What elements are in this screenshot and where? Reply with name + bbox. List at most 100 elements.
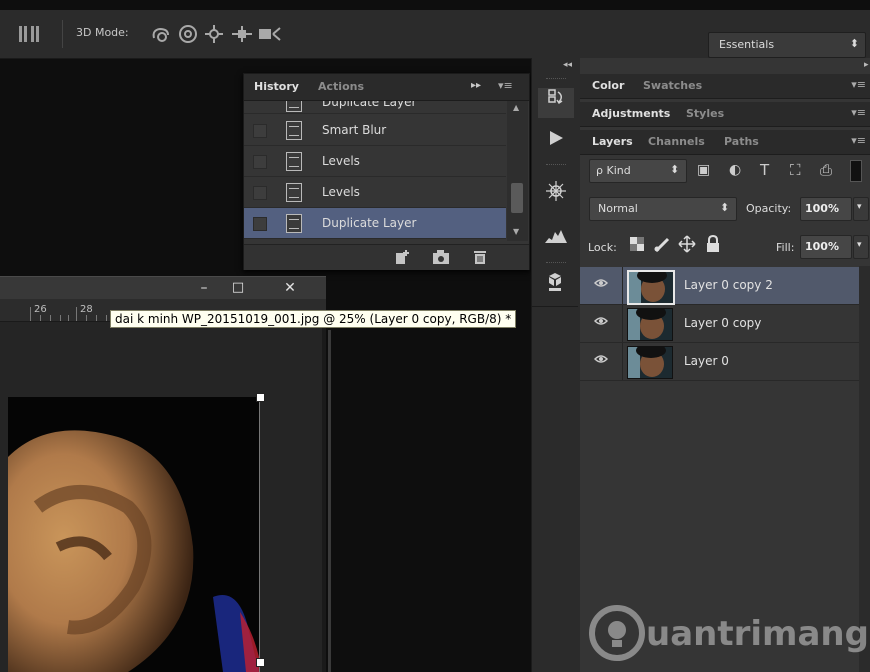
tab-history[interactable]: History	[254, 80, 299, 93]
3d-icon[interactable]	[538, 270, 574, 300]
fill-field[interactable]: 100%	[800, 235, 852, 259]
slide-3d-icon[interactable]	[230, 24, 252, 44]
actions-play-icon[interactable]	[538, 128, 574, 158]
history-scrollbar[interactable]: ▲ ▼	[507, 101, 528, 241]
tab-actions[interactable]: Actions	[318, 80, 364, 93]
adjustment-filter-icon[interactable]: ◐	[729, 162, 741, 178]
history-panel: History Actions ▸▸ ▾≡ Duplicate Layer Sm…	[243, 73, 530, 270]
panel-menu-icon[interactable]: ▾≡	[851, 78, 866, 91]
smart-object-filter-icon[interactable]: ⎙	[820, 161, 832, 179]
scale-3d-icon[interactable]	[258, 24, 281, 44]
layer-thumbnail	[627, 346, 673, 379]
layer-row-selected[interactable]: Layer 0 copy 2	[580, 267, 860, 305]
trash-icon[interactable]	[472, 249, 488, 269]
panel-menu-icon[interactable]: ▾≡	[498, 79, 513, 92]
history-state-selected[interactable]: Duplicate Layer	[244, 208, 506, 239]
tab-channels[interactable]: Channels	[648, 135, 705, 148]
scroll-up-icon[interactable]: ▲	[513, 103, 519, 112]
camera-icon[interactable]	[432, 249, 450, 269]
transform-handle[interactable]	[256, 393, 265, 402]
panel-menu-icon[interactable]: ▾≡	[851, 106, 866, 119]
navigator-icon[interactable]	[538, 180, 574, 210]
eye-icon[interactable]	[593, 354, 609, 364]
layer-name: Layer 0 copy	[684, 316, 762, 330]
history-icon[interactable]	[538, 88, 574, 118]
lock-position-icon[interactable]	[678, 235, 696, 256]
fill-value: 100%	[805, 240, 839, 253]
shape-filter-icon[interactable]: ⛶	[790, 161, 801, 179]
tab-paths[interactable]: Paths	[724, 135, 759, 148]
opacity-field[interactable]: 100%	[800, 197, 852, 221]
layer-row[interactable]: Layer 0	[580, 343, 860, 381]
history-brush-source-checkbox[interactable]	[253, 155, 267, 169]
layer-name: Layer 0	[684, 354, 729, 368]
history-brush-source-checkbox[interactable]	[253, 186, 267, 200]
history-state-label: Duplicate Layer	[322, 216, 417, 230]
tab-adjustments[interactable]: Adjustments	[592, 107, 670, 120]
maximize-button[interactable]: □	[224, 278, 252, 298]
pan-3d-icon[interactable]	[204, 24, 224, 44]
history-state[interactable]: Levels	[244, 177, 506, 208]
adjustments-panel-tabs: Adjustments Styles ▾≡	[580, 102, 870, 127]
history-brush-source-checkbox[interactable]	[253, 217, 267, 231]
fill-slider-toggle[interactable]: ▾	[853, 235, 869, 259]
close-button[interactable]: ✕	[270, 278, 310, 298]
chevron-down-icon: ▾	[857, 202, 862, 212]
collapse-panel-icon[interactable]: ▸▸	[471, 80, 481, 91]
lock-image-pixels-icon[interactable]	[654, 236, 672, 255]
document-icon	[286, 121, 302, 140]
lock-all-icon[interactable]	[706, 234, 720, 255]
tab-color[interactable]: Color	[592, 79, 624, 92]
filter-toggle[interactable]	[850, 160, 862, 182]
strip-grip[interactable]	[546, 78, 566, 81]
new-document-from-state-icon[interactable]	[394, 249, 410, 269]
tab-swatches[interactable]: Swatches	[643, 79, 702, 92]
strip-grip[interactable]	[546, 262, 566, 265]
layer-filter-kind[interactable]: ρ Kind ⬍	[589, 159, 687, 183]
options-bar: 3D Mode: Essentials ⬍	[0, 10, 870, 59]
chevron-down-icon: ▾	[857, 240, 862, 250]
document-icon	[286, 214, 302, 233]
document-window-bar[interactable]: – □ ✕	[0, 276, 326, 299]
workspace-switcher[interactable]: Essentials ⬍	[708, 32, 866, 58]
panel-arrange-icon[interactable]	[18, 24, 40, 44]
minimize-button[interactable]: –	[190, 278, 218, 298]
histogram-icon[interactable]	[538, 224, 574, 254]
history-state[interactable]: Duplicate Layer	[244, 101, 506, 114]
history-state-label: Duplicate Layer	[322, 101, 417, 109]
tab-layers[interactable]: Layers	[592, 135, 633, 148]
expand-dock-icon[interactable]: ▸	[864, 60, 869, 70]
history-brush-source-checkbox[interactable]	[253, 124, 267, 138]
panel-menu-icon[interactable]: ▾≡	[851, 134, 866, 147]
opacity-value: 100%	[805, 202, 839, 215]
color-panel-tabs: Color Swatches ▾≡	[580, 74, 870, 99]
history-state-label: Levels	[322, 154, 360, 168]
document-tooltip: dai k minh WP_20151019_001.jpg @ 25% (La…	[110, 310, 517, 328]
lock-transparency-icon[interactable]	[630, 237, 644, 254]
watermark: uantrimang	[584, 600, 870, 672]
tab-styles[interactable]: Styles	[686, 107, 724, 120]
transform-handle[interactable]	[256, 658, 265, 667]
document-icon	[286, 101, 302, 112]
scroll-down-icon[interactable]: ▼	[513, 227, 519, 236]
layer-row[interactable]: Layer 0 copy	[580, 305, 860, 343]
collapse-dock-icon[interactable]: ◂◂	[563, 60, 572, 70]
pixel-filter-icon[interactable]: ▣	[697, 162, 710, 178]
rotate-3d-icon[interactable]	[150, 24, 170, 44]
eye-icon[interactable]	[593, 278, 609, 288]
history-state[interactable]: Smart Blur	[244, 115, 506, 146]
opacity-slider-toggle[interactable]: ▾	[853, 197, 869, 221]
3d-mode-label: 3D Mode:	[76, 26, 129, 39]
strip-grip[interactable]	[546, 164, 566, 167]
history-footer	[244, 244, 529, 270]
eye-icon[interactable]	[593, 316, 609, 326]
history-state[interactable]: Levels	[244, 146, 506, 177]
document-image[interactable]	[8, 397, 260, 672]
document-icon	[286, 183, 302, 202]
lightbulb-logo-icon	[588, 604, 646, 671]
blend-mode-select[interactable]: Normal ⬍	[589, 197, 737, 221]
roll-3d-icon[interactable]	[178, 24, 198, 44]
layer-thumbnail	[627, 270, 675, 305]
type-filter-icon[interactable]: T	[760, 161, 769, 179]
scrollbar-thumb[interactable]	[511, 183, 523, 213]
